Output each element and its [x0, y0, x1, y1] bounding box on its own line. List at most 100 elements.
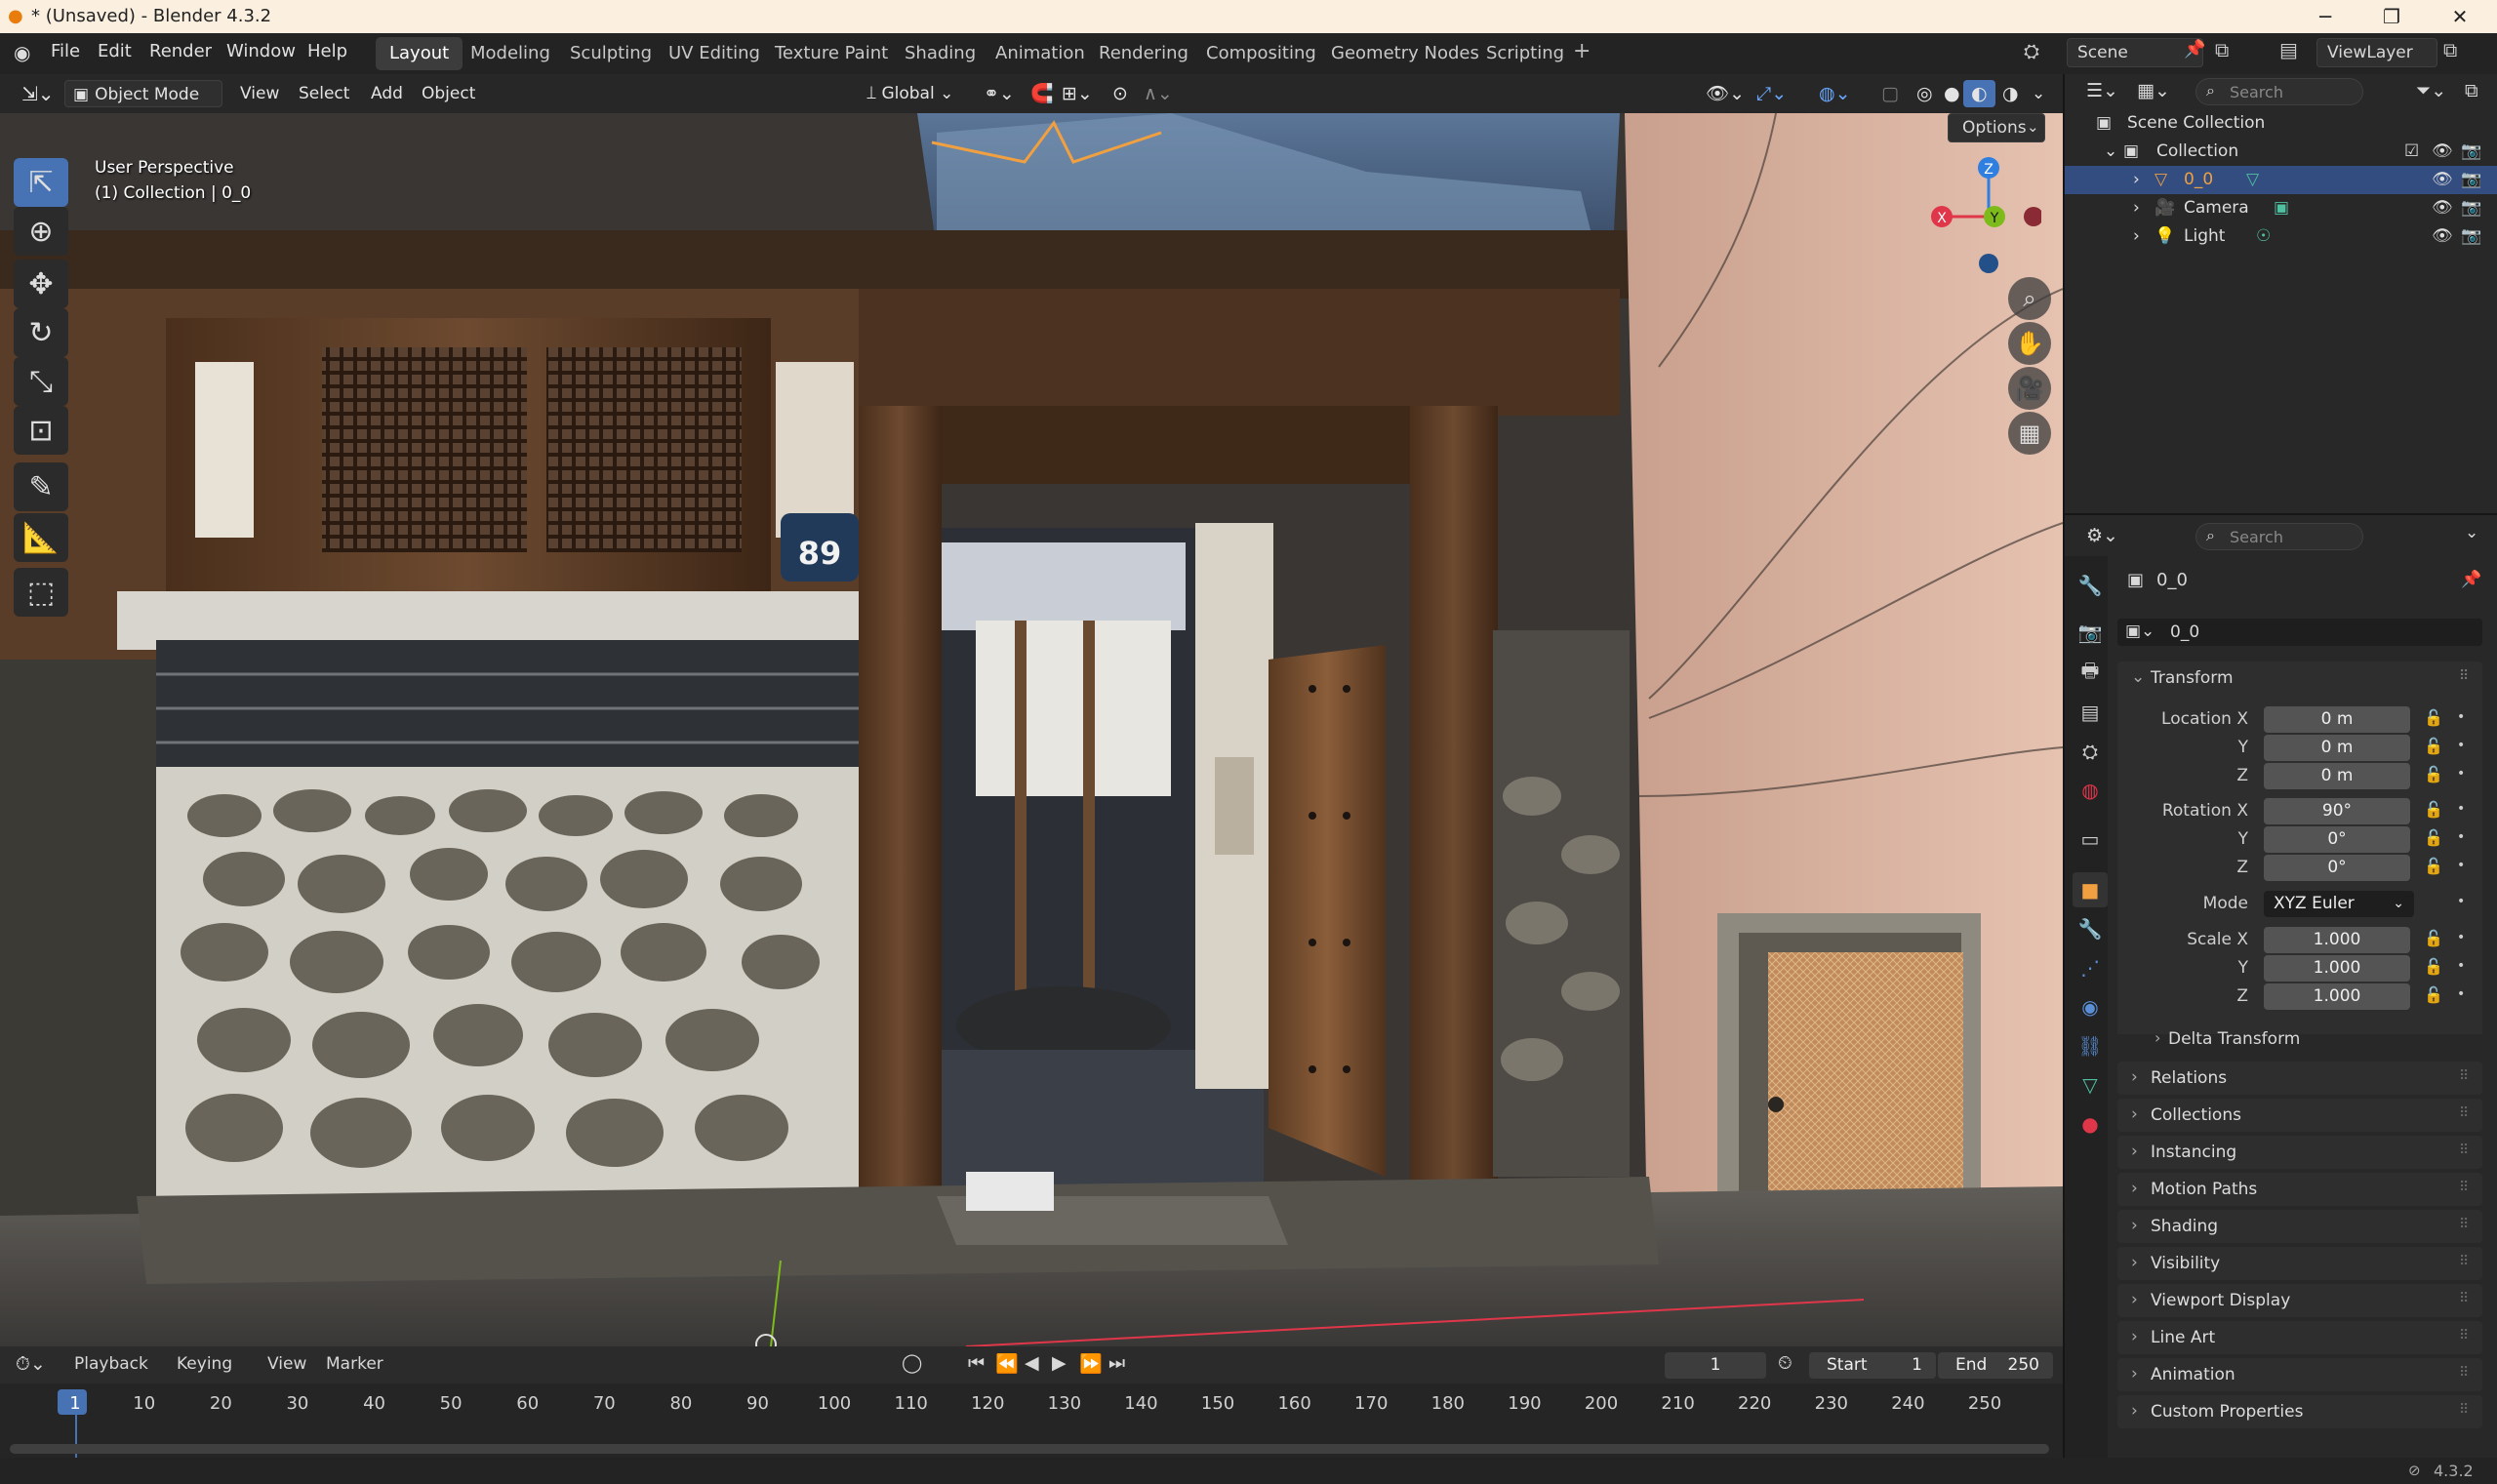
tab-rendering[interactable]: Rendering [1085, 37, 1202, 70]
scale-z-field[interactable]: 1.000 [2264, 983, 2410, 1010]
3d-viewport[interactable]: 89 User Perspective (1) Collection | 0_0… [0, 113, 2063, 1346]
select-box-tool[interactable]: ⇱ [14, 158, 68, 207]
drag-handle-icon[interactable]: ⠿ [2459, 1254, 2469, 1269]
outliner-row-light[interactable]: › 💡 Light ☉ 👁 📷 [2065, 222, 2497, 251]
panel-animation[interactable]: › Animation ⠿ [2117, 1358, 2482, 1391]
tab-compositing[interactable]: Compositing [1192, 37, 1330, 70]
output-tab-icon[interactable]: 🖶 [2073, 656, 2108, 691]
viewport-menu-object[interactable]: Object [414, 80, 483, 107]
outliner-row-scene-collection[interactable]: ▣ Scene Collection [2065, 109, 2497, 138]
tab-animation[interactable]: Animation [982, 37, 1099, 70]
outliner-search-input[interactable]: ⌕ Search [2195, 78, 2363, 105]
panel-motion-paths[interactable]: › Motion Paths ⠿ [2117, 1173, 2482, 1206]
delta-transform-subpanel[interactable]: › Delta Transform [2139, 1024, 2471, 1054]
material-tab-icon[interactable]: ● [2073, 1106, 2108, 1142]
zoom-icon[interactable]: ⌕ [2008, 277, 2051, 320]
rotation-z-field[interactable]: 0° [2264, 855, 2410, 881]
next-keyframe-icon[interactable]: ⏩ [1079, 1352, 1103, 1375]
scene-selector-icon[interactable]: ⛭ [2024, 39, 2039, 62]
annotate-tool[interactable]: ✎ [14, 462, 68, 511]
tab-texture-paint[interactable]: Texture Paint [761, 37, 902, 70]
scale-y-field[interactable]: 1.000 [2264, 955, 2410, 982]
filter-icon[interactable]: ⏷⌄ [2416, 80, 2446, 101]
eye-icon[interactable]: 👁 [2432, 141, 2453, 161]
prev-keyframe-icon[interactable]: ⏪ [995, 1352, 1019, 1375]
ortho-grid-icon[interactable]: ▦ [2008, 412, 2051, 455]
rotate-tool[interactable]: ↻ [14, 308, 68, 357]
shading-options-icon[interactable]: ⌄ [2024, 80, 2053, 107]
viewport-menu-add[interactable]: Add [363, 80, 411, 107]
tab-layout[interactable]: Layout [376, 37, 463, 70]
measure-tool[interactable]: 📐 [14, 513, 68, 562]
chevron-down-icon[interactable]: ⌄ [2465, 523, 2478, 542]
drag-handle-icon[interactable]: ⠿ [2459, 1328, 2469, 1344]
overlays-icon[interactable]: ◍⌄ [1811, 80, 1859, 107]
modifier-tab-icon[interactable]: 🔧 [2073, 911, 2108, 946]
panel-line-art[interactable]: › Line Art ⠿ [2117, 1321, 2482, 1354]
frame-start-field[interactable]: Start 1 [1809, 1352, 1936, 1379]
outliner-row-camera[interactable]: › 🎥 Camera ▣ 👁 📷 [2065, 194, 2497, 222]
blender-menu-icon[interactable]: ◉ [14, 41, 30, 64]
navigation-gizmo[interactable]: Z X Y [1924, 152, 2041, 279]
material-shading-icon[interactable]: ◐ [1963, 80, 1995, 107]
drag-handle-icon[interactable]: ⠿ [2459, 1143, 2469, 1158]
view-layer-icon[interactable]: ▤ [2279, 38, 2298, 61]
drag-handle-icon[interactable]: ⠿ [2459, 1217, 2469, 1232]
keyframe-dot-icon[interactable]: • [2457, 801, 2465, 817]
menu-file[interactable]: File [51, 41, 80, 61]
lock-icon[interactable]: 🔓 [2424, 800, 2443, 819]
play-icon[interactable]: ▶ [1052, 1352, 1067, 1374]
camera-render-icon[interactable]: 📷 [2461, 226, 2481, 246]
add-workspace-icon[interactable]: + [1573, 39, 1591, 63]
panel-collections[interactable]: › Collections ⠿ [2117, 1099, 2482, 1132]
tab-modeling[interactable]: Modeling [457, 37, 564, 70]
display-mode-icon[interactable]: ▦⌄ [2137, 80, 2170, 101]
rotation-mode-dropdown[interactable]: XYZ Euler ⌄ [2264, 891, 2414, 917]
keyframe-dot-icon[interactable]: • [2457, 930, 2465, 945]
lock-icon[interactable]: 🔓 [2424, 957, 2443, 976]
minimize-icon[interactable]: ─ [2301, 2, 2350, 31]
lock-icon[interactable]: 🔓 [2424, 929, 2443, 947]
lock-icon[interactable]: 🔓 [2424, 985, 2443, 1004]
timeline-menu-view[interactable]: View [267, 1354, 306, 1374]
drag-handle-icon[interactable]: ⠿ [2459, 1180, 2469, 1195]
pan-hand-icon[interactable]: ✋ [2008, 322, 2051, 365]
move-tool[interactable]: ✥ [14, 260, 68, 308]
add-cube-tool[interactable]: ⬚ [14, 568, 68, 617]
keyframe-dot-icon[interactable]: • [2457, 894, 2465, 909]
new-view-layer-icon[interactable]: ⧉ [2443, 38, 2457, 61]
drag-handle-icon[interactable]: ⠿ [2459, 1291, 2469, 1306]
data-tab-icon[interactable]: ▽ [2073, 1067, 2108, 1103]
lock-icon[interactable]: 🔓 [2424, 737, 2443, 755]
lock-icon[interactable]: 🔓 [2424, 828, 2443, 847]
object-name-field[interactable]: ▣⌄ 0_0 [2117, 619, 2482, 646]
constraints-tab-icon[interactable]: ⛓ [2073, 1028, 2108, 1063]
timeline-menu-keying[interactable]: Keying [177, 1354, 232, 1374]
keyframe-dot-icon[interactable]: • [2457, 858, 2465, 873]
menu-render[interactable]: Render [149, 41, 212, 61]
keyframe-dot-icon[interactable]: • [2457, 709, 2465, 725]
outliner-row-0_0[interactable]: › ▽ 0_0 ▽ 👁 📷 [2065, 166, 2497, 194]
world-tab-icon[interactable]: ◍ [2073, 773, 2108, 808]
chevron-down-icon[interactable]: ⌄ [2104, 141, 2117, 161]
panel-relations[interactable]: › Relations ⠿ [2117, 1062, 2482, 1095]
timeline-editor-type-icon[interactable]: ⏱⌄ [16, 1353, 46, 1375]
lock-icon[interactable]: 🔓 [2424, 857, 2443, 875]
tab-scripting[interactable]: Scripting [1472, 37, 1578, 70]
panel-instancing[interactable]: › Instancing ⠿ [2117, 1136, 2482, 1169]
properties-editor-type-icon[interactable]: ⚙⌄ [2086, 525, 2118, 546]
orientation-dropdown[interactable]: ⟘ Global ⌄ [859, 80, 968, 107]
viewport-menu-view[interactable]: View [232, 80, 287, 107]
tab-sculpting[interactable]: Sculpting [556, 37, 665, 70]
menu-edit[interactable]: Edit [98, 41, 132, 61]
play-reverse-icon[interactable]: ◀ [1025, 1352, 1039, 1374]
view-layer-tab-icon[interactable]: ▤ [2073, 695, 2108, 730]
clock-icon[interactable]: ⏲ [1778, 1352, 1792, 1374]
current-frame-field[interactable]: 1 [1665, 1352, 1766, 1379]
chevron-right-icon[interactable]: › [2133, 198, 2140, 218]
outliner-row-collection[interactable]: ⌄ ▣ Collection ☑ 👁 📷 [2065, 138, 2497, 166]
mode-dropdown[interactable]: ▣Object Mode ⌄ [64, 80, 222, 132]
menu-window[interactable]: Window [226, 41, 296, 61]
panel-shading[interactable]: › Shading ⠿ [2117, 1210, 2482, 1243]
scale-x-field[interactable]: 1.000 [2264, 927, 2410, 953]
